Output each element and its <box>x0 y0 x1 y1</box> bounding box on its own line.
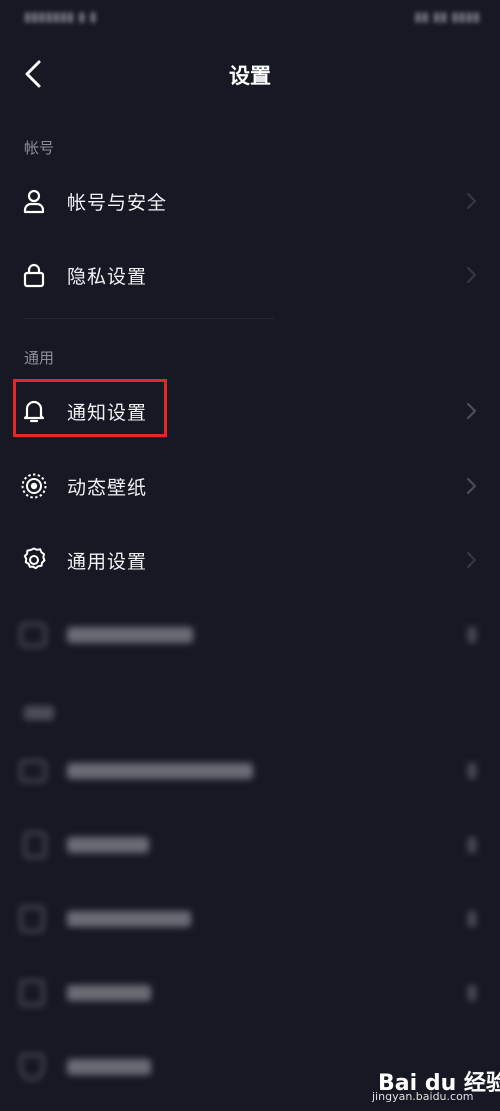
settings-item-label: 隐私设置 <box>67 266 148 288</box>
blurred-icon <box>20 980 44 1006</box>
blurred-settings-item[interactable] <box>0 963 500 1023</box>
user-icon <box>23 189 45 214</box>
blurred-settings-item[interactable] <box>0 605 500 665</box>
chevron-right-icon <box>466 477 477 495</box>
blurred-icon <box>20 623 46 647</box>
section-label-general: 通用 <box>24 349 55 367</box>
chevron-right-icon <box>468 627 476 643</box>
status-battery: ▮▮ ▮▮ ▮▮▮▮ <box>414 10 481 25</box>
settings-item-live-wallpaper[interactable]: 动态壁纸 <box>0 456 500 516</box>
chevron-right-icon <box>466 551 477 569</box>
blurred-label <box>67 1059 151 1075</box>
settings-item-label: 动态壁纸 <box>67 477 148 499</box>
blurred-label <box>67 627 193 643</box>
lock-icon <box>23 263 45 288</box>
settings-item-account-security[interactable]: 帐号与安全 <box>0 171 500 231</box>
section-divider <box>24 318 274 319</box>
blurred-settings-item[interactable] <box>0 741 500 801</box>
chevron-right-icon <box>466 402 477 420</box>
blurred-section-label <box>24 706 54 720</box>
nav-header: 设置 <box>0 40 500 108</box>
blurred-icon <box>20 1054 44 1080</box>
settings-item-label: 通用设置 <box>67 551 148 573</box>
blurred-icon <box>20 760 46 782</box>
settings-item-label: 通知设置 <box>67 402 148 424</box>
status-carrier: ▮▮▮▮▮▮▮ ▮ ▮ <box>24 10 97 25</box>
settings-item-privacy[interactable]: 隐私设置 <box>0 245 500 305</box>
status-bar: ▮▮▮▮▮▮▮ ▮ ▮ ▮▮ ▮▮ ▮▮▮▮ <box>0 0 500 40</box>
live-wallpaper-icon <box>21 473 47 499</box>
bell-icon <box>23 400 45 423</box>
chevron-right-icon <box>468 837 476 853</box>
watermark-url: jingyan.baidu.com <box>372 1090 474 1103</box>
blurred-label <box>67 763 253 779</box>
gear-icon <box>23 547 46 570</box>
blurred-settings-item[interactable] <box>0 815 500 875</box>
settings-item-label: 帐号与安全 <box>67 192 168 214</box>
section-label-account: 帐号 <box>24 139 55 157</box>
chevron-right-icon <box>468 985 476 1001</box>
chevron-right-icon <box>468 763 476 779</box>
blurred-label <box>67 911 191 927</box>
chevron-right-icon <box>468 911 476 927</box>
settings-screen: ▮▮▮▮▮▮▮ ▮ ▮ ▮▮ ▮▮ ▮▮▮▮ 设置 帐号 帐号与安全 隐私设置 <box>0 0 500 1111</box>
blurred-icon <box>24 832 46 858</box>
baidu-jingyan-watermark: Bai du 经验 jingyan.baidu.com <box>372 1063 500 1105</box>
chevron-right-icon <box>466 192 477 210</box>
chevron-right-icon <box>466 266 477 284</box>
blurred-icon <box>20 906 44 932</box>
settings-item-general-settings[interactable]: 通用设置 <box>0 530 500 590</box>
page-title: 设置 <box>229 64 271 88</box>
blurred-label <box>67 985 151 1001</box>
settings-item-notifications[interactable]: 通知设置 <box>0 381 500 441</box>
blurred-label <box>67 837 149 853</box>
blurred-settings-item[interactable] <box>0 889 500 949</box>
